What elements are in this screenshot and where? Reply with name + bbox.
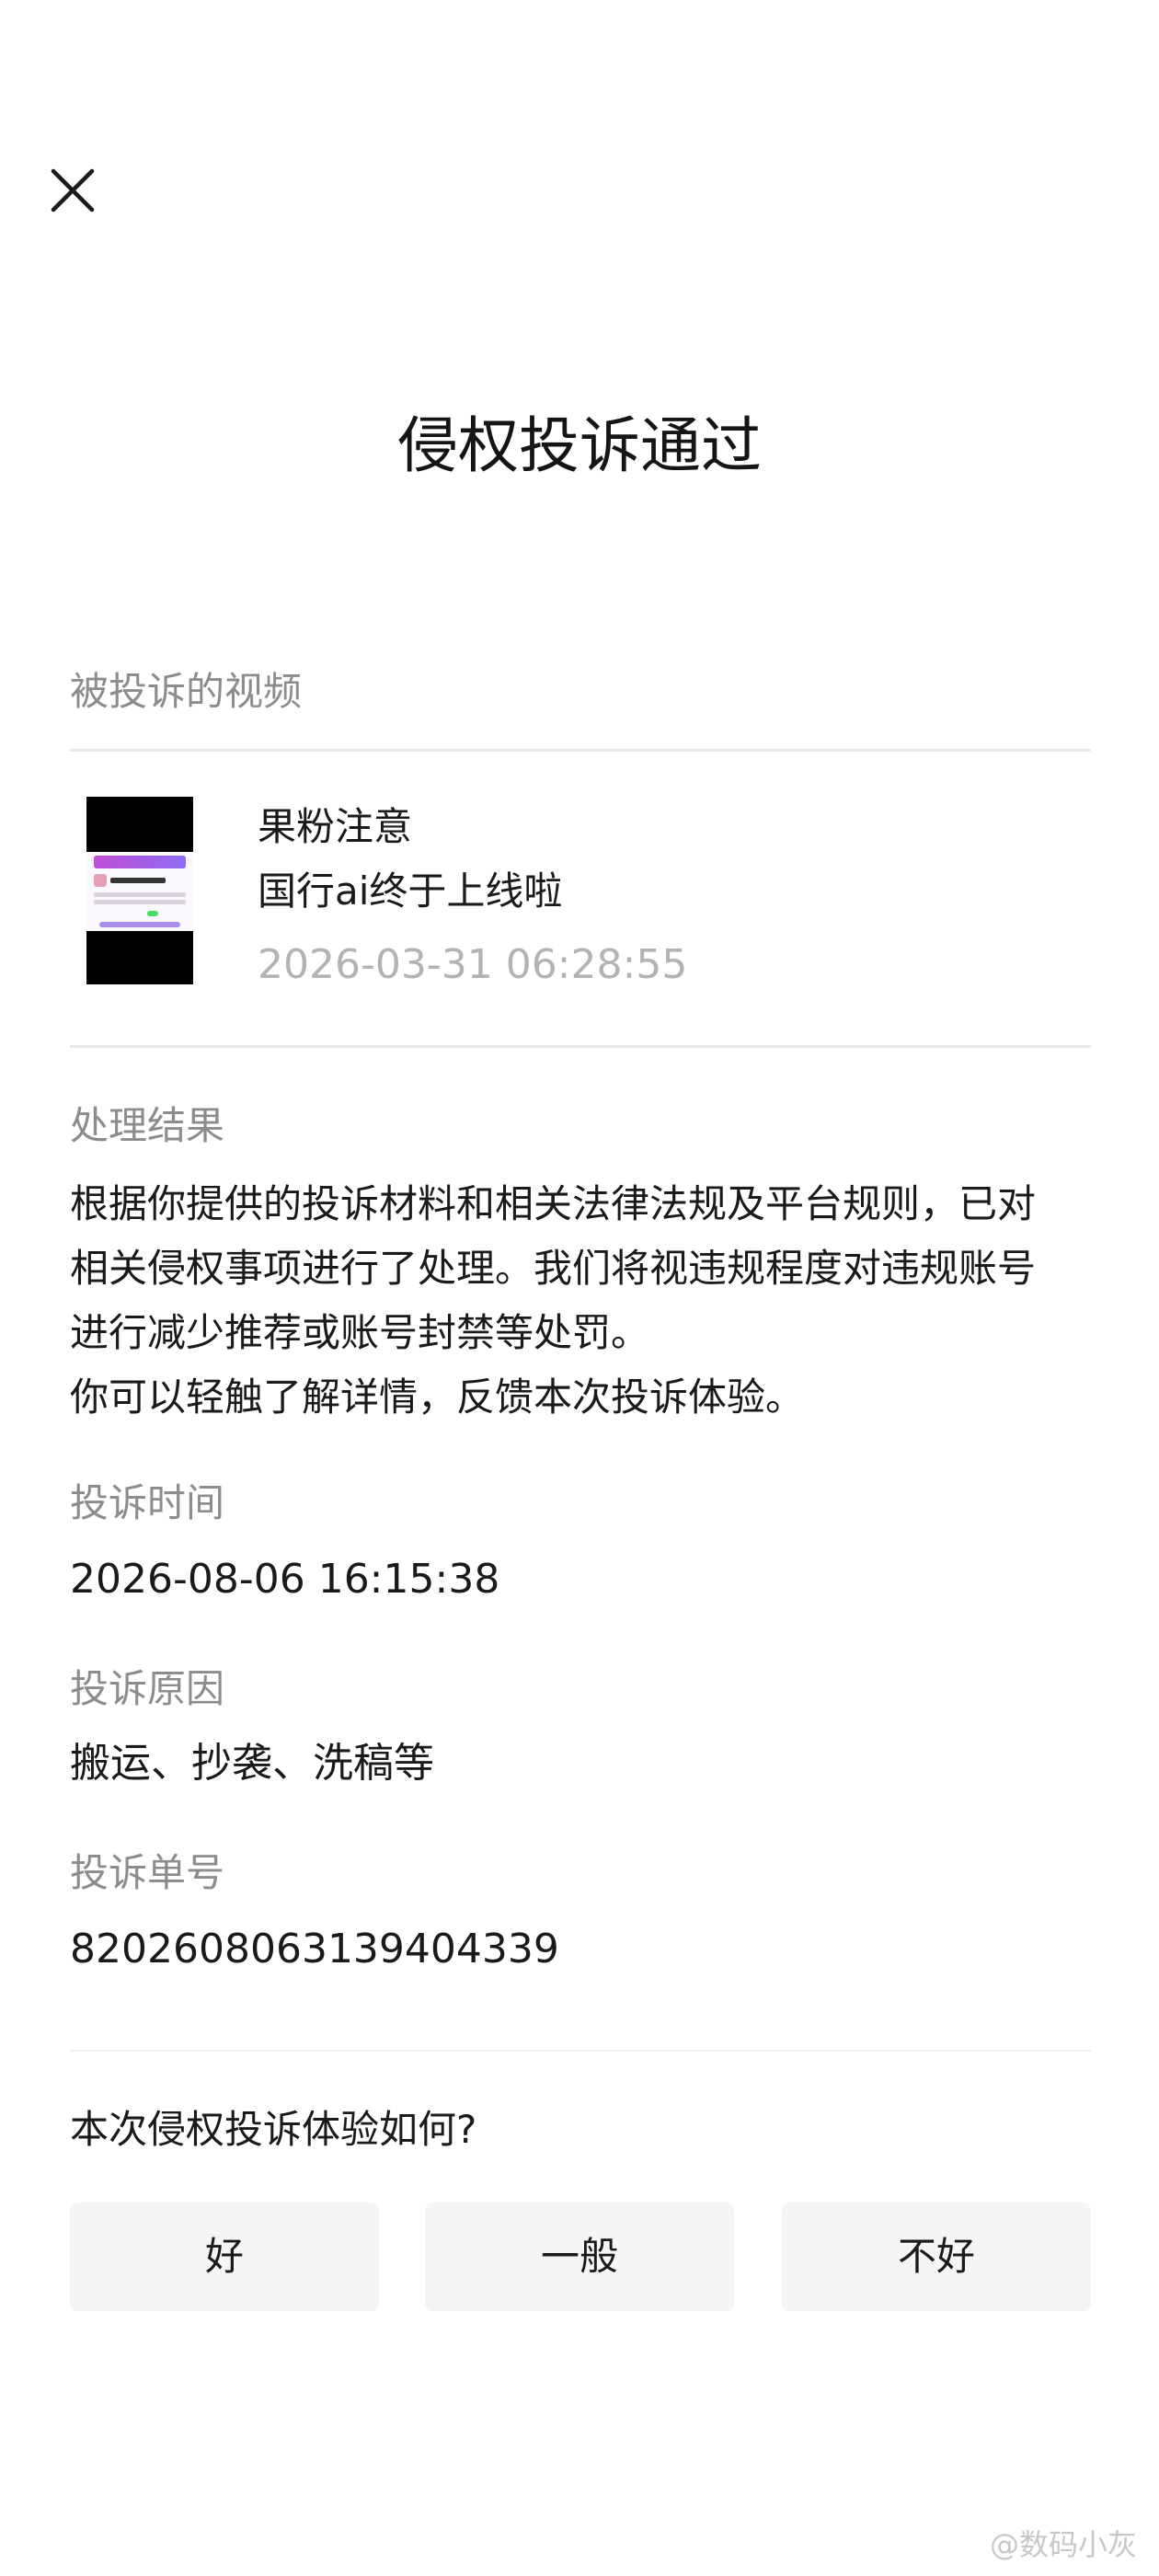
complaint-reason-value: 搬运、抄袭、洗稿等 <box>70 1740 434 1787</box>
thumbnail-avatar <box>94 874 107 887</box>
video-title: 果粉注意 <box>258 804 413 849</box>
thumbnail-redaction-bottom <box>86 931 193 984</box>
divider <box>70 2050 1091 2052</box>
watermark: @数码小灰 <box>989 2527 1137 2562</box>
result-description[interactable]: 根据你提供的投诉材料和相关法律法规及平台规则，已对 相关侵权事项进行了处理。我们… <box>70 1172 1100 1430</box>
thumbnail-text-line <box>94 892 186 897</box>
thumbnail-header-bar <box>94 856 186 868</box>
feedback-question: 本次侵权投诉体验如何? <box>70 2107 477 2152</box>
rate-bad-button[interactable]: 不好 <box>782 2202 1091 2311</box>
result-section-label: 处理结果 <box>70 1103 225 1148</box>
divider <box>70 749 1091 752</box>
thumbnail-toggle <box>147 911 158 916</box>
divider <box>70 1045 1091 1048</box>
close-icon <box>51 168 95 213</box>
rate-good-button[interactable]: 好 <box>70 2202 379 2311</box>
page-title: 侵权投诉通过 <box>397 410 762 481</box>
result-line: 进行减少推荐或账号封禁等处罚。 <box>70 1310 650 1355</box>
complaint-time-label: 投诉时间 <box>70 1480 225 1525</box>
video-subtitle: 国行ai终于上线啦 <box>258 868 563 914</box>
complaint-reason-label: 投诉原因 <box>70 1666 225 1711</box>
complaint-id-label: 投诉单号 <box>70 1850 225 1895</box>
result-line: 根据你提供的投诉材料和相关法律法规及平台规则，已对 <box>70 1181 1037 1226</box>
result-line: 你可以轻触了解详情，反馈本次投诉体验。 <box>70 1374 805 1420</box>
thumbnail-bar <box>99 922 180 927</box>
complaint-time-value: 2026-08-06 16:15:38 <box>70 1556 500 1603</box>
video-section-label: 被投诉的视频 <box>70 669 303 714</box>
thumbnail-text-line <box>94 900 186 904</box>
result-line: 相关侵权事项进行了处理。我们将视违规程度对违规账号 <box>70 1246 1037 1291</box>
close-button[interactable] <box>50 167 96 213</box>
video-timestamp: 2026-03-31 06:28:55 <box>258 941 688 988</box>
complaint-id-value: 8202608063139404339 <box>70 1926 559 1972</box>
thumbnail-redaction-top <box>86 797 193 852</box>
thumbnail-text-line <box>110 878 166 883</box>
rate-neutral-button[interactable]: 一般 <box>425 2202 734 2311</box>
video-thumbnail[interactable] <box>86 797 193 984</box>
